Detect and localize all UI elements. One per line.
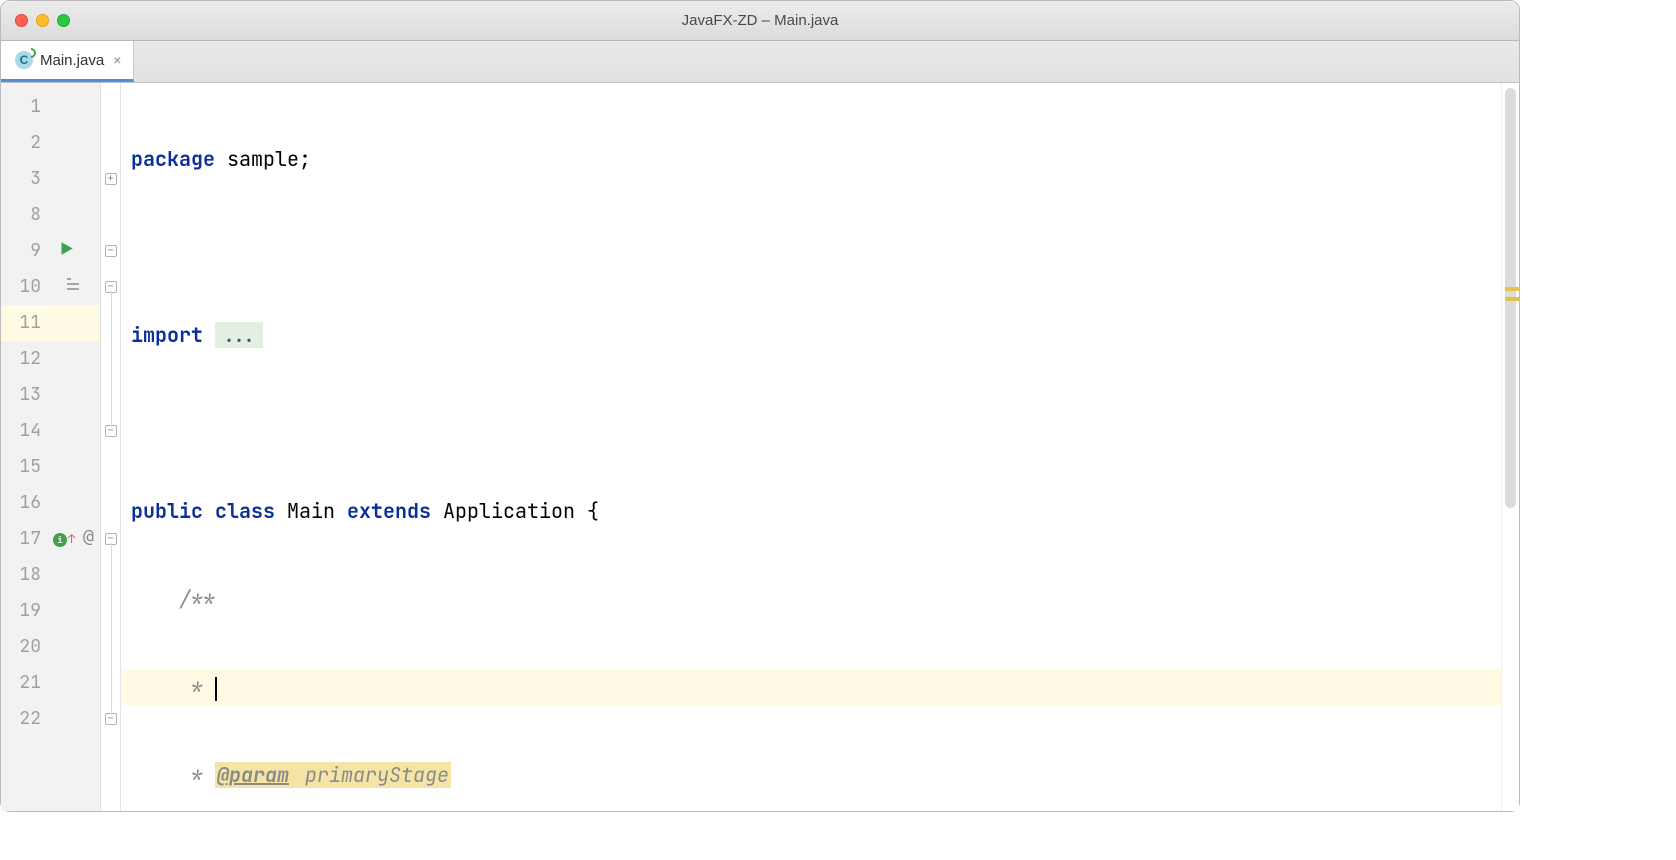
line-number: 9	[13, 233, 41, 269]
line-number: 1	[13, 89, 41, 125]
line-number: 22	[13, 701, 41, 737]
override-gutter-icon[interactable]: i↑@	[53, 521, 75, 557]
gutter[interactable]: 1 2 3 8 9 10 11 12 13 14 15 16 17 i↑@ 18	[1, 83, 101, 811]
minimize-window-button[interactable]	[36, 14, 49, 27]
line-number: 11	[13, 305, 41, 341]
text-caret	[215, 677, 217, 701]
zoom-window-button[interactable]	[57, 14, 70, 27]
java-class-icon: C	[15, 51, 33, 69]
code-line: import ...	[121, 317, 1501, 353]
code-line	[121, 405, 1501, 441]
line-number: 12	[13, 341, 41, 377]
line-number: 10	[13, 269, 41, 305]
code-line: /**	[121, 581, 1501, 617]
code-line: public class Main extends Application {	[121, 493, 1501, 529]
editor: 1 2 3 8 9 10 11 12 13 14 15 16 17 i↑@ 18	[1, 83, 1519, 811]
code-line-current: *	[121, 669, 1501, 705]
tab-main-java[interactable]: C Main.java ×	[1, 41, 134, 82]
titlebar: JavaFX-ZD – Main.java	[1, 1, 1519, 41]
line-number: 17	[13, 521, 41, 557]
folded-region[interactable]: ...	[215, 322, 263, 348]
editor-tab-strip: C Main.java ×	[1, 41, 1519, 83]
line-number: 14	[13, 413, 41, 449]
code-line: package sample;	[121, 141, 1501, 177]
run-gutter-icon[interactable]	[59, 233, 74, 269]
tab-close-button[interactable]: ×	[113, 52, 121, 68]
line-number: 19	[13, 593, 41, 629]
close-window-button[interactable]	[15, 14, 28, 27]
line-number: 21	[13, 665, 41, 701]
warning-marker[interactable]	[1505, 297, 1519, 301]
line-number: 2	[13, 125, 41, 161]
code-line: * @param primaryStage	[121, 757, 1501, 793]
line-number: 15	[13, 449, 41, 485]
fold-column: + − − − − −	[101, 83, 121, 811]
line-selection-icon[interactable]	[65, 269, 81, 305]
line-number: 13	[13, 377, 41, 413]
fold-collapse-icon[interactable]: −	[105, 245, 117, 257]
line-number: 20	[13, 629, 41, 665]
code-line	[121, 229, 1501, 265]
warning-marker[interactable]	[1505, 287, 1519, 291]
line-number: 8	[13, 197, 41, 233]
line-number: 16	[13, 485, 41, 521]
editor-scrollbar[interactable]	[1501, 83, 1519, 811]
fold-expand-icon[interactable]: +	[105, 173, 117, 185]
tab-label: Main.java	[40, 52, 104, 69]
line-number: 18	[13, 557, 41, 593]
window-title: JavaFX-ZD – Main.java	[1, 12, 1519, 29]
code-area[interactable]: package sample; import ... public class …	[121, 83, 1501, 811]
window-controls	[15, 14, 70, 27]
line-number: 3	[13, 161, 41, 197]
